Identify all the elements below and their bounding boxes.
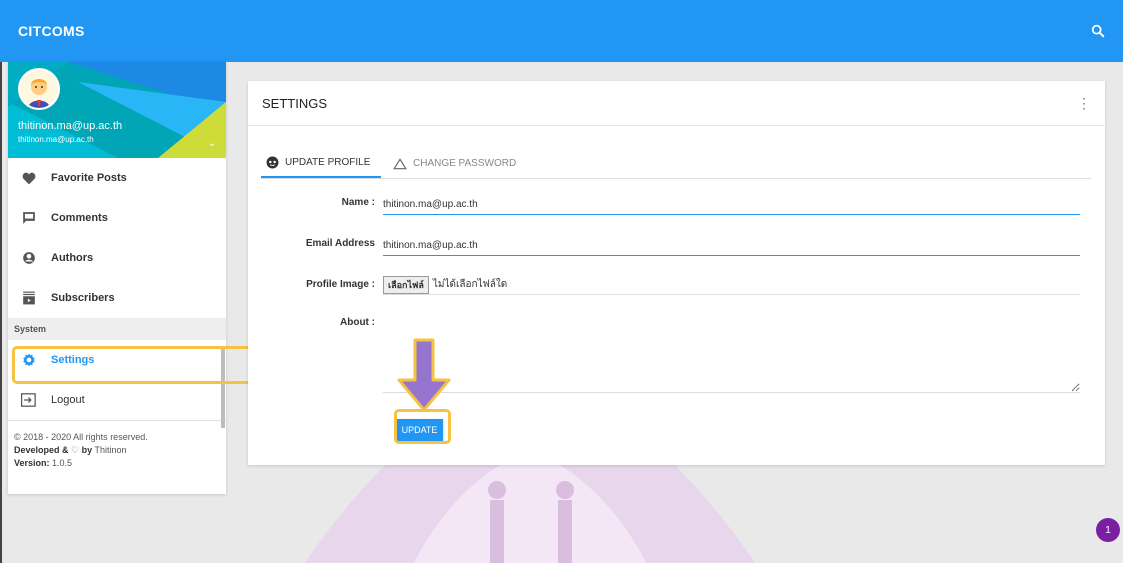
more-vert-icon[interactable]: ⋮ (1077, 95, 1091, 112)
about-row: About : (248, 315, 1080, 393)
card-header: SETTINGS ⋮ (248, 81, 1105, 126)
logout-icon (18, 391, 40, 409)
sidebar-item-logout[interactable]: Logout (8, 380, 226, 420)
arrow-down-icon (397, 338, 451, 412)
heart-outline-icon: ♡ (71, 445, 80, 455)
email-row: Email Address (248, 236, 1080, 256)
heart-icon (18, 169, 40, 187)
name-row: Name : (248, 195, 1080, 215)
settings-card: SETTINGS ⋮ UPDATE PROFILE CHANGE PASSWOR… (248, 81, 1105, 465)
brand-title[interactable]: CITCOMS (18, 23, 85, 39)
developer-name: Thitinon (94, 445, 127, 455)
tab-label: CHANGE PASSWORD (413, 158, 517, 169)
sidebar-item-favorite-posts[interactable]: Favorite Posts (8, 158, 226, 198)
menu-section-header: System (8, 318, 226, 340)
name-label: Name : (341, 197, 375, 208)
tab-change-password[interactable]: CHANGE PASSWORD (393, 149, 526, 178)
comment-icon (18, 209, 40, 227)
update-highlight-box (394, 409, 451, 444)
search-icon[interactable] (1087, 20, 1109, 42)
top-app-bar: CITCOMS (0, 0, 1123, 62)
email-field[interactable] (383, 236, 1080, 256)
settings-highlight-box (12, 346, 254, 384)
about-textarea[interactable] (383, 315, 1080, 393)
about-label: About : (340, 317, 375, 328)
sidebar-item-label: Comments (51, 212, 108, 224)
copyright-text: © 2018 - 2020 All rights reserved. (14, 432, 148, 442)
developed-prefix: Developed & (14, 445, 69, 455)
tab-label: UPDATE PROFILE (285, 157, 371, 168)
tab-update-profile[interactable]: UPDATE PROFILE (261, 149, 381, 178)
email-label: Email Address (305, 238, 375, 249)
triangle-icon (393, 157, 407, 170)
sidebar-item-label: Favorite Posts (51, 172, 127, 184)
page-title: SETTINGS (262, 95, 328, 111)
version-text: Version: 1.0.5 (14, 457, 226, 470)
sidebar-footer: © 2018 - 2020 All rights reserved. Devel… (8, 420, 226, 470)
version-number: 1.0.5 (52, 458, 73, 468)
user-email: thitinon.ma@up.ac.th (18, 135, 94, 144)
user-info-header: thitinon.ma@up.ac.th thitinon.ma@up.ac.t… (8, 62, 226, 158)
developed-by-word: by (81, 445, 93, 455)
file-input: เลือกไฟล์ ไม่ได้เลือกไฟล์ใด (383, 275, 1080, 295)
version-label: Version: (14, 458, 50, 468)
subscribers-icon (18, 289, 40, 307)
sidebar-item-label: Subscribers (51, 292, 115, 304)
notification-badge[interactable]: 1 (1096, 518, 1120, 542)
account-icon (18, 249, 40, 267)
name-field[interactable] (383, 195, 1080, 215)
sidebar-item-authors[interactable]: Authors (8, 238, 226, 278)
sidebar-item-comments[interactable]: Comments (8, 198, 226, 238)
profile-image-label: Profile Image : (306, 279, 375, 290)
sidebar: thitinon.ma@up.ac.th thitinon.ma@up.ac.t… (8, 62, 226, 494)
chevron-down-icon[interactable]: ⌄ (208, 138, 216, 149)
profile-image-row: Profile Image : เลือกไฟล์ ไม่ได้เลือกไฟล… (248, 275, 1080, 295)
file-status-text: ไม่ได้เลือกไฟล์ใด (432, 279, 508, 290)
sidebar-item-label: Logout (51, 394, 85, 406)
sidebar-item-label: Authors (51, 252, 94, 264)
developed-by-text: Developed & ♡ by Thitinon (14, 444, 226, 457)
settings-tabs: UPDATE PROFILE CHANGE PASSWORD (261, 149, 1091, 179)
user-name: thitinon.ma@up.ac.th (18, 120, 123, 132)
choose-file-button[interactable]: เลือกไฟล์ (383, 275, 429, 294)
avatar[interactable] (18, 68, 60, 110)
sidebar-item-subscribers[interactable]: Subscribers (8, 278, 226, 318)
face-icon (266, 156, 279, 169)
